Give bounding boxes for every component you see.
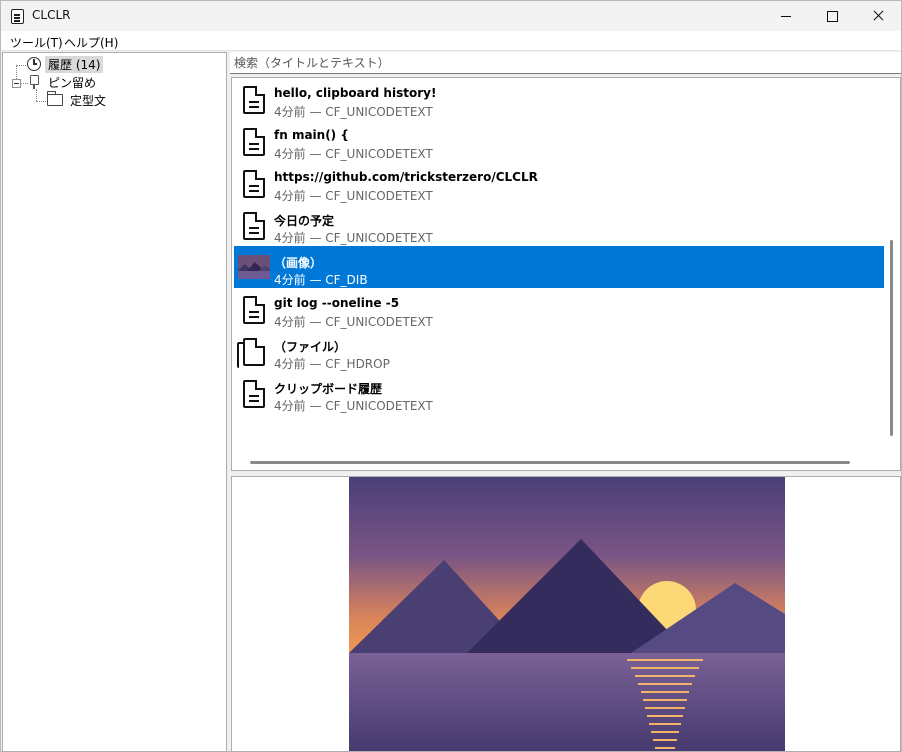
image-thumbnail bbox=[238, 255, 270, 279]
item-meta: 4分前 — CF_UNICODETEXT bbox=[274, 105, 433, 119]
clipboard-list: hello, clipboard history! 4分前 — CF_UNICO… bbox=[231, 77, 901, 471]
item-meta: 4分前 — CF_HDROP bbox=[274, 357, 390, 371]
search-input[interactable] bbox=[234, 55, 894, 71]
list-item[interactable]: hello, clipboard history! 4分前 — CF_UNICO… bbox=[234, 78, 884, 120]
tree-node-templates[interactable]: 定型文 bbox=[47, 91, 109, 109]
list-item-selected[interactable]: （画像） 4分前 — CF_DIB bbox=[234, 246, 884, 288]
list-item[interactable]: fn main() { 4分前 — CF_UNICODETEXT bbox=[234, 120, 884, 162]
text-document-icon bbox=[241, 211, 267, 241]
tree-label-templates: 定型文 bbox=[70, 93, 107, 108]
vertical-scrollbar[interactable] bbox=[890, 240, 893, 436]
horizontal-scrollbar[interactable] bbox=[250, 461, 850, 464]
tree-label-pinned: ピン留め bbox=[48, 75, 97, 90]
item-meta: 4分前 — CF_UNICODETEXT bbox=[274, 399, 433, 413]
folder-tree: 履歴 (14) ピン留め 定型文 bbox=[2, 52, 227, 752]
item-meta: 4分前 — CF_UNICODETEXT bbox=[274, 315, 433, 329]
collapse-toggle[interactable] bbox=[12, 79, 21, 88]
list-item[interactable]: クリップボード履歴 4分前 — CF_UNICODETEXT bbox=[234, 372, 884, 414]
menu-help[interactable]: ヘルプ(H) bbox=[64, 34, 118, 51]
tree-connector bbox=[36, 101, 46, 102]
tree-node-pinned[interactable]: ピン留め bbox=[27, 73, 99, 91]
item-title: hello, clipboard history! bbox=[274, 86, 437, 100]
text-document-icon bbox=[241, 169, 267, 199]
item-title: fn main() { bbox=[274, 128, 349, 142]
item-meta: 4分前 — CF_UNICODETEXT bbox=[274, 231, 433, 245]
tree-node-history[interactable]: 履歴 (14) bbox=[27, 55, 104, 73]
close-button[interactable] bbox=[855, 1, 901, 31]
title-bar[interactable]: CLCLR bbox=[1, 1, 901, 31]
list-item[interactable]: git log --oneline -5 4分前 — CF_UNICODETEX… bbox=[234, 288, 884, 330]
item-title: クリップボード履歴 bbox=[274, 382, 383, 396]
menu-bar: ツール(T) ヘルプ(H) bbox=[1, 31, 901, 51]
maximize-button[interactable] bbox=[809, 1, 855, 31]
history-icon bbox=[27, 57, 41, 71]
text-document-icon bbox=[241, 295, 267, 325]
item-meta: 4分前 — CF_UNICODETEXT bbox=[274, 189, 433, 203]
item-title: 今日の予定 bbox=[274, 214, 335, 228]
search-bar bbox=[230, 52, 901, 74]
app-window: CLCLR ツール(T) ヘルプ(H) 履歴 (14) ピン留め 定型文 検索（… bbox=[0, 0, 902, 752]
text-document-icon bbox=[241, 379, 267, 409]
window-title: CLCLR bbox=[32, 8, 71, 22]
list-item[interactable]: （ファイル） 4分前 — CF_HDROP bbox=[234, 330, 884, 372]
item-title: git log --oneline -5 bbox=[274, 296, 400, 310]
item-title: （ファイル） bbox=[274, 340, 347, 354]
list-item[interactable]: 今日の予定 4分前 — CF_UNICODETEXT bbox=[234, 204, 884, 246]
pin-icon bbox=[27, 75, 41, 89]
text-document-icon bbox=[241, 127, 267, 157]
preview-pane bbox=[231, 476, 901, 752]
item-title: https://github.com/tricksterzero/CLCLR bbox=[274, 170, 538, 184]
list-item[interactable]: https://github.com/tricksterzero/CLCLR 4… bbox=[234, 162, 884, 204]
files-icon bbox=[237, 337, 267, 368]
folder-icon bbox=[47, 91, 63, 106]
item-meta: 4分前 — CF_UNICODETEXT bbox=[274, 147, 433, 161]
text-document-icon bbox=[241, 85, 267, 115]
item-meta: 4分前 — CF_DIB bbox=[274, 273, 368, 287]
tree-label-history: 履歴 (14) bbox=[45, 55, 104, 73]
preview-image bbox=[349, 477, 785, 751]
clipboard-app-icon bbox=[11, 9, 24, 24]
menu-tools[interactable]: ツール(T) bbox=[10, 34, 63, 51]
item-title: （画像） bbox=[274, 256, 323, 270]
minimize-button[interactable] bbox=[763, 1, 809, 31]
